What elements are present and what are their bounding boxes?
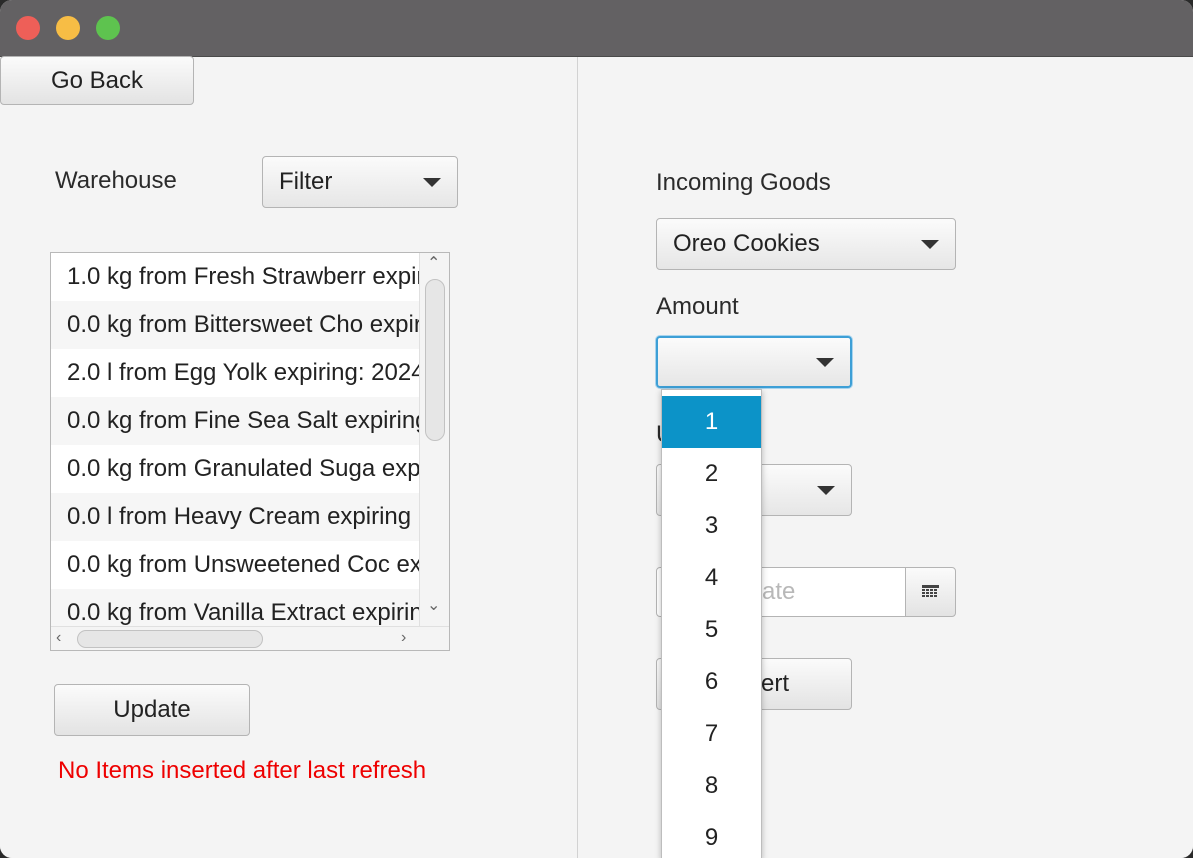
close-window-button[interactable]: [16, 16, 40, 40]
date-picker-button[interactable]: [905, 567, 956, 617]
scroll-right-icon[interactable]: ›: [401, 630, 406, 646]
app-window: Go Back Warehouse Filter 1.0 kg from Fre…: [0, 0, 1193, 858]
scroll-down-icon[interactable]: ⌄: [427, 598, 440, 614]
main-content: Go Back Warehouse Filter 1.0 kg from Fre…: [0, 56, 1193, 858]
vertical-scrollbar[interactable]: ⌃ ⌄: [419, 253, 449, 626]
list-item[interactable]: 2.0 l from Egg Yolk expiring: 2024: [51, 349, 419, 397]
amount-option[interactable]: 3: [662, 500, 761, 552]
list-item[interactable]: 0.0 kg from Bittersweet Cho expiring: [51, 301, 419, 349]
amount-option[interactable]: 9: [662, 812, 761, 858]
go-back-button[interactable]: Go Back: [0, 56, 194, 105]
title-bar: [0, 0, 1193, 57]
amount-label: Amount: [656, 293, 739, 320]
amount-option[interactable]: 6: [662, 656, 761, 708]
scroll-up-icon[interactable]: ⌃: [427, 256, 440, 272]
scroll-left-icon[interactable]: ‹: [56, 630, 61, 646]
list-item[interactable]: 0.0 kg from Fine Sea Salt expiring: [51, 397, 419, 445]
amount-option[interactable]: 7: [662, 708, 761, 760]
warehouse-list-rows: 1.0 kg from Fresh Strawberr expiring 0.0…: [51, 253, 419, 626]
horizontal-scroll-thumb[interactable]: [77, 630, 263, 648]
date-placeholder: ate: [762, 578, 796, 605]
calendar-icon: [922, 585, 939, 597]
insert-button-label: ert: [761, 670, 790, 697]
incoming-goods-label: Incoming Goods: [656, 169, 831, 196]
filter-value: Filter: [279, 168, 333, 195]
list-item[interactable]: 0.0 kg from Granulated Suga expiring: [51, 445, 419, 493]
chevron-down-icon: [816, 358, 834, 367]
minimize-window-button[interactable]: [56, 16, 80, 40]
list-item[interactable]: 0.0 kg from Vanilla Extract expiring: [51, 589, 419, 626]
horizontal-scrollbar[interactable]: ‹ ›: [51, 626, 449, 650]
filter-dropdown[interactable]: Filter: [262, 156, 458, 208]
amount-option[interactable]: 4: [662, 552, 761, 604]
incoming-goods-dropdown[interactable]: Oreo Cookies: [656, 218, 956, 270]
list-item[interactable]: 0.0 l from Heavy Cream expiring: [51, 493, 419, 541]
chevron-down-icon: [423, 178, 441, 187]
amount-option[interactable]: 2: [662, 448, 761, 500]
list-item[interactable]: 0.0 kg from Unsweetened Coc expiring: [51, 541, 419, 589]
chevron-down-icon: [921, 240, 939, 249]
chevron-down-icon: [817, 486, 835, 495]
warehouse-list[interactable]: 1.0 kg from Fresh Strawberr expiring 0.0…: [50, 252, 450, 651]
vertical-scroll-thumb[interactable]: [425, 279, 445, 441]
amount-option[interactable]: 5: [662, 604, 761, 656]
incoming-goods-value: Oreo Cookies: [673, 230, 820, 257]
amount-options-popup: 1 2 3 4 5 6 7 8 9: [661, 389, 762, 858]
list-item[interactable]: 1.0 kg from Fresh Strawberr expiring: [51, 253, 419, 301]
update-button[interactable]: Update: [54, 684, 250, 736]
maximize-window-button[interactable]: [96, 16, 120, 40]
status-message: No Items inserted after last refresh: [58, 757, 427, 784]
amount-option[interactable]: 1: [662, 396, 761, 448]
split-divider[interactable]: [577, 57, 578, 858]
amount-option[interactable]: 8: [662, 760, 761, 812]
warehouse-label: Warehouse: [55, 167, 177, 194]
amount-dropdown[interactable]: [656, 336, 852, 388]
